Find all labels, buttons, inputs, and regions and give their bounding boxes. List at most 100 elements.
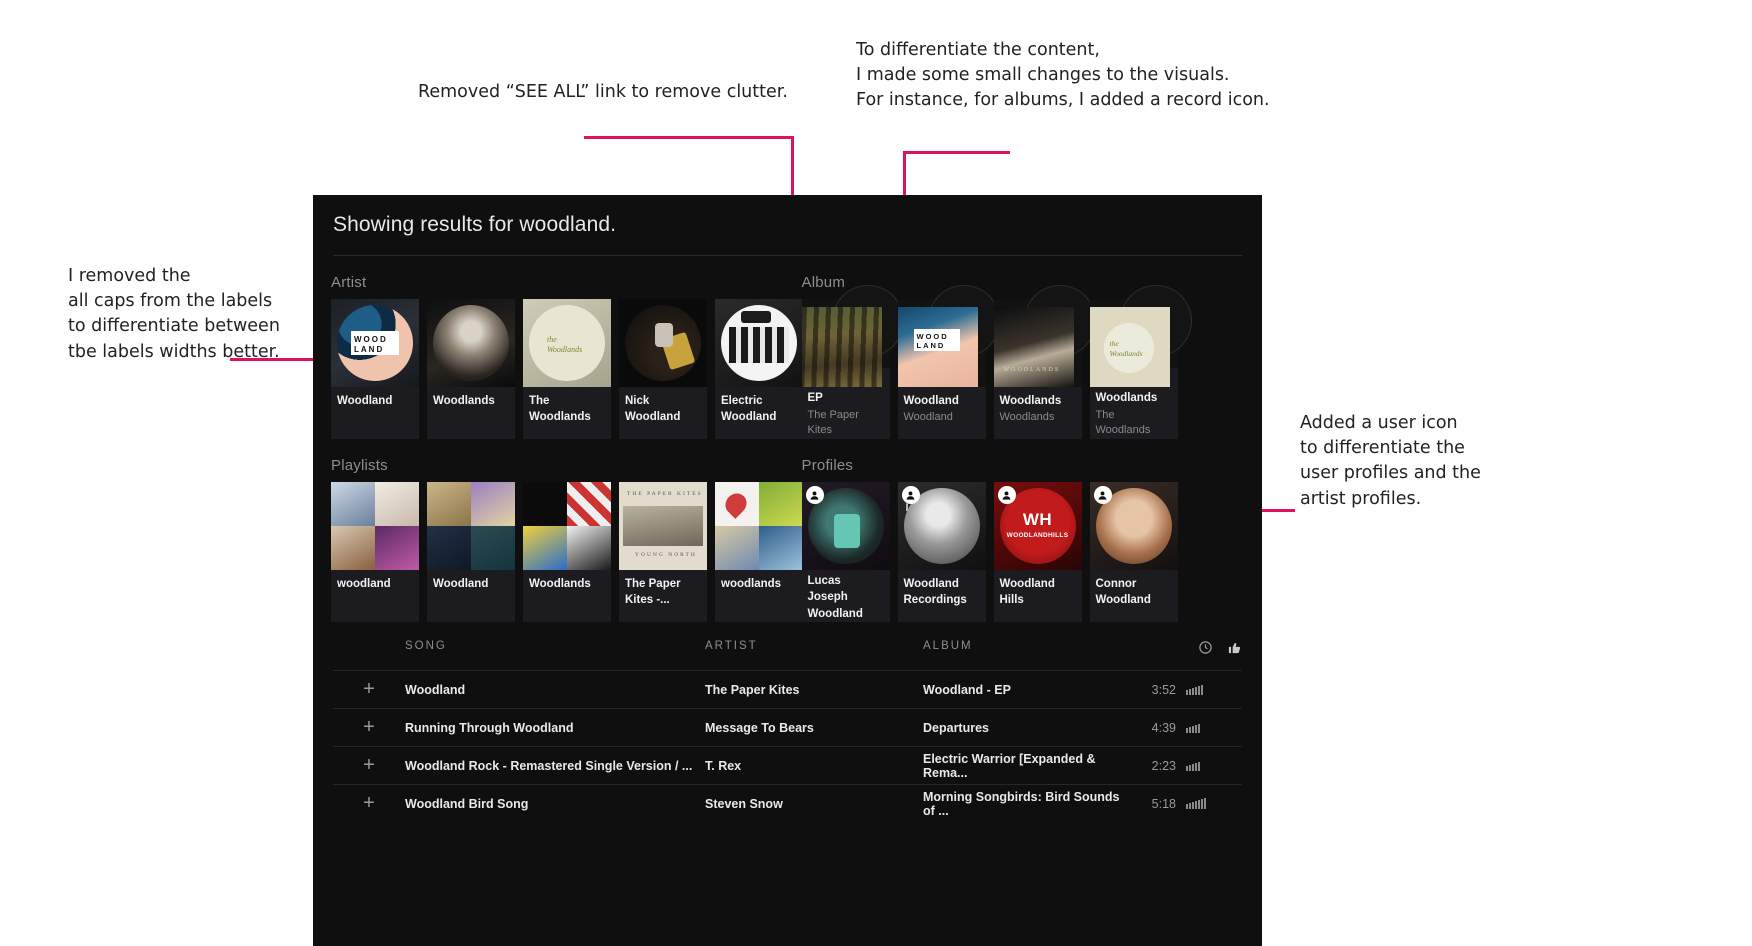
artist-artwork <box>715 299 803 387</box>
playlist-card-meta: woodland <box>331 570 419 592</box>
artist-card-title: Woodlands <box>433 395 495 407</box>
results-header: Showing results for woodland. <box>313 195 1262 256</box>
track-table-header: SONG ARTIST ALBUM <box>333 640 1242 670</box>
album-artwork: the Woodlands <box>1089 285 1192 387</box>
profile-card[interactable]: LE REG Woodland Recordings <box>897 482 986 622</box>
playlist-artwork <box>715 482 803 570</box>
playlist-card[interactable]: woodland <box>331 482 419 622</box>
annotation-see-all: Removed “SEE ALL” link to remove clutter… <box>418 82 788 102</box>
artist-card-title: Woodland <box>337 395 393 407</box>
album-card-artist: The Paper Kites <box>807 408 859 437</box>
track-popularity <box>1176 722 1242 733</box>
playlist-card-meta: Woodland <box>427 570 515 592</box>
header-spacer <box>333 640 405 658</box>
table-row[interactable]: + Woodland Rock - Remastered Single Vers… <box>333 746 1242 784</box>
track-song: Woodland Bird Song <box>405 796 529 811</box>
artist-artwork <box>427 299 515 387</box>
table-row[interactable]: + Woodland The Paper Kites Woodland - EP… <box>333 670 1242 708</box>
playlists-section: Playlists woodland Woodland Woodlands TH… <box>331 439 803 622</box>
album-artwork <box>801 285 904 387</box>
track-song: Running Through Woodland <box>405 720 574 735</box>
playlist-card[interactable]: woodlands <box>715 482 803 622</box>
profile-card[interactable]: WH WOODLANDHILLS Woodland Hills <box>993 482 1082 622</box>
album-card-artist: Woodlands <box>999 411 1055 424</box>
profile-card-title: Lucas Joseph Woodland <box>807 575 863 620</box>
profile-card[interactable]: Lucas Joseph Woodland <box>801 482 890 622</box>
leader-line-record-h <box>903 151 1010 154</box>
playlist-card[interactable]: Woodland <box>427 482 515 622</box>
column-header-artist: ARTIST <box>705 640 758 652</box>
annotation-labels: I removed the all caps from the labels t… <box>68 266 280 362</box>
table-row[interactable]: + Woodland Bird Song Steven Snow Morning… <box>333 784 1242 822</box>
profile-card-meta: Lucas Joseph Woodland <box>802 567 890 622</box>
track-song: Woodland Rock - Remastered Single Versio… <box>405 758 693 773</box>
track-song: Woodland <box>405 682 466 697</box>
track-album: Woodland - EP <box>923 682 1011 697</box>
artist-card-title: Electric Woodland <box>721 395 777 424</box>
clock-icon <box>1198 640 1213 658</box>
track-popularity <box>1176 684 1242 695</box>
playlist-card-title: woodland <box>337 578 391 590</box>
track-popularity <box>1176 798 1242 809</box>
artist-card[interactable]: WOOD LAND Woodland <box>331 299 419 439</box>
playlist-card[interactable]: THE PAPER KITES YOUNG NORTH The Paper Ki… <box>619 482 707 622</box>
playlist-card-title: Woodland <box>433 578 489 590</box>
artist-card-title: Nick Woodland <box>625 395 681 424</box>
album-card[interactable]: WOOD LAND Woodland Woodland <box>897 285 1000 439</box>
artist-section: Artist WOOD LAND Woodland Woodlands the … <box>331 256 803 439</box>
album-cover: WOODLANDS <box>993 307 1074 387</box>
track-album: Departures <box>923 720 989 735</box>
playlist-card-meta: Woodlands <box>523 570 611 592</box>
person-icon <box>1093 486 1112 504</box>
artist-artwork: the Woodlands <box>523 299 611 387</box>
artist-card[interactable]: the Woodlands The Woodlands <box>523 299 611 439</box>
playlist-artwork <box>427 482 515 570</box>
artist-artwork: WOOD LAND <box>331 299 419 387</box>
playlists-profiles-row: Playlists woodland Woodland Woodlands TH… <box>313 439 1262 622</box>
plus-icon[interactable]: + <box>333 754 405 777</box>
album-card-artist: The Woodlands <box>1095 408 1151 437</box>
profiles-section: Profiles Lucas Joseph Woodland Woodland … <box>788 439 1245 622</box>
profile-artwork <box>801 482 890 570</box>
playlist-card[interactable]: Woodlands <box>523 482 611 622</box>
avatar <box>721 305 797 381</box>
track-popularity <box>1176 760 1242 771</box>
artist-card-meta: Woodland <box>331 387 419 409</box>
artist-card[interactable]: Nick Woodland <box>619 299 707 439</box>
profile-card-list: Lucas Joseph Woodland LE REG Wo <box>801 482 1245 622</box>
track-artist: T. Rex <box>705 758 742 773</box>
album-card[interactable]: WOODLANDS Woodlands Woodlands <box>993 285 1096 439</box>
plus-icon[interactable]: + <box>333 792 405 815</box>
playlist-card-title: Woodlands <box>529 578 591 590</box>
album-cover <box>801 307 882 387</box>
avatar: WOOD LAND <box>337 305 413 381</box>
album-card[interactable]: theWoodlands The Woodlands The Woodlands <box>1089 285 1192 439</box>
track-duration: 3:52 <box>1151 682 1176 697</box>
album-artwork: WOODLANDS <box>993 285 1096 387</box>
table-row[interactable]: + Running Through Woodland Message To Be… <box>333 708 1242 746</box>
profile-card-meta: Woodland Recordings <box>898 570 986 609</box>
thumbs-up-icon <box>1227 640 1242 658</box>
artist-card[interactable]: Woodlands <box>427 299 515 439</box>
album-card[interactable]: Woodland - EP The Paper Kites <box>801 285 904 439</box>
playlist-card-list: woodland Woodland Woodlands THE PAPER KI… <box>331 482 803 622</box>
album-card-list: Woodland - EP The Paper Kites WOODLAND W… <box>801 285 1245 439</box>
artist-card-meta: Nick Woodland <box>619 387 707 426</box>
avatar <box>433 305 509 381</box>
artist-card-list: WOOD LAND Woodland Woodlands the Woodlan… <box>331 299 803 439</box>
album-card-title: Woodlands <box>999 395 1062 407</box>
leader-line-see-all-h <box>584 136 794 139</box>
profile-card[interactable]: Connor Woodland <box>1089 482 1178 622</box>
artist-card-meta: The Woodlands <box>523 387 611 426</box>
album-card-meta: Woodlands Woodlands <box>994 387 1082 426</box>
track-duration: 4:39 <box>1151 720 1176 735</box>
playlist-card-title: woodlands <box>721 578 782 590</box>
playlist-artwork <box>523 482 611 570</box>
artist-card[interactable]: Electric Woodland <box>715 299 803 439</box>
section-heading-playlists: Playlists <box>331 457 388 474</box>
profile-artwork: LE REG <box>897 482 986 570</box>
column-header-song: SONG <box>405 640 447 652</box>
plus-icon[interactable]: + <box>333 678 405 701</box>
track-artist: Message To Bears <box>705 720 814 735</box>
plus-icon[interactable]: + <box>333 716 405 739</box>
